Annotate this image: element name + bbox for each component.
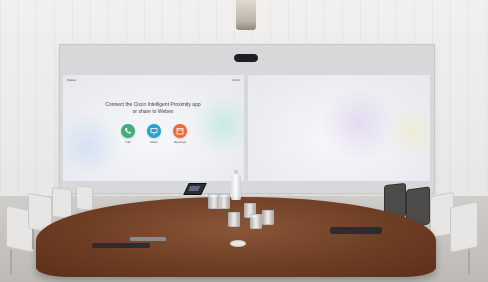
- laptop: [92, 243, 150, 248]
- drinking-glass: [250, 214, 262, 229]
- share-label: Share: [149, 140, 158, 144]
- drinking-glass: [218, 194, 230, 209]
- ambient-glow: [63, 115, 123, 175]
- table-microphone[interactable]: [230, 240, 246, 247]
- keyboard: [330, 227, 382, 234]
- pen-device: [130, 237, 166, 241]
- call-button[interactable]: Call: [119, 124, 137, 145]
- chair-back: [450, 201, 478, 253]
- phone-icon: [121, 124, 135, 138]
- screen-title: Webex: [67, 78, 77, 82]
- prompt-line-2: or share to Webex: [132, 109, 174, 115]
- chair-leg: [10, 250, 12, 274]
- meetings-button[interactable]: Meetings: [171, 124, 189, 145]
- chair-leg: [32, 229, 34, 249]
- share-prompt: Connect the Cisco Intelligent Proximity …: [83, 102, 223, 116]
- ambient-glow: [388, 100, 430, 160]
- left-screen[interactable]: Webex 09:41 Connect the Cisco Intelligen…: [63, 75, 244, 181]
- call-label: Call: [125, 140, 131, 144]
- drinking-glass: [262, 210, 274, 225]
- right-screen: [248, 75, 430, 181]
- action-row: Call Share Meetings: [119, 124, 201, 149]
- chair-leg: [468, 250, 470, 274]
- conference-table: [36, 197, 436, 277]
- chair-right-front: [450, 201, 486, 278]
- video-wall-display: Webex 09:41 Connect the Cisco Intelligen…: [59, 44, 435, 194]
- prompt-line-1: Connect the Cisco Intelligent Proximity …: [105, 102, 201, 108]
- screen-clock: 09:41: [232, 78, 240, 82]
- chair-back: [52, 186, 72, 220]
- meetings-label: Meetings: [173, 140, 187, 144]
- ambient-glow: [318, 90, 398, 160]
- water-bottle: [231, 170, 241, 200]
- conference-room-scene: Webex 09:41 Connect the Cisco Intelligen…: [0, 0, 488, 282]
- drinking-glass: [228, 212, 240, 227]
- share-button[interactable]: Share: [145, 124, 163, 145]
- chair-back: [76, 185, 93, 211]
- ceiling-light: [236, 0, 256, 30]
- camera-icon: [234, 54, 258, 62]
- share-icon: [147, 124, 161, 138]
- calendar-icon: [173, 124, 187, 138]
